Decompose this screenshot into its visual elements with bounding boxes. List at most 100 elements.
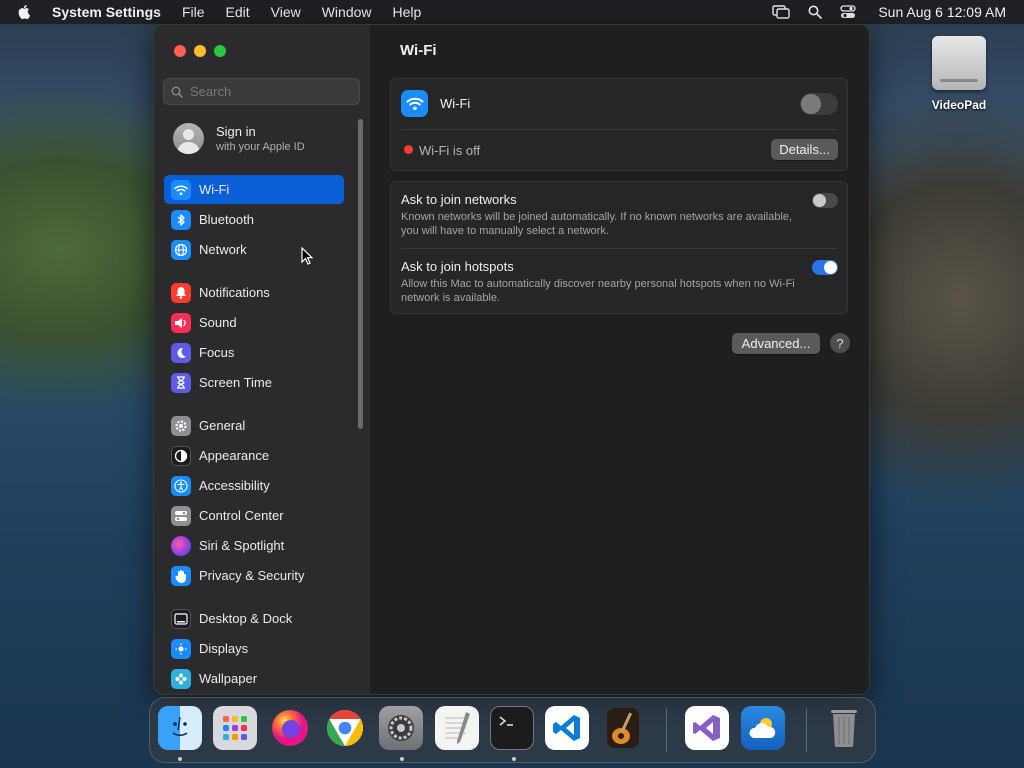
spotlight-search-icon[interactable]	[808, 5, 823, 19]
sidebar-item-sound[interactable]: Sound	[164, 308, 344, 337]
sidebar-item-wallpaper[interactable]: Wallpaper	[164, 664, 344, 693]
sidebar-item-general[interactable]: General	[164, 411, 344, 440]
system-settings-window: Sign in with your Apple ID Wi-Fi Bluetoo…	[153, 24, 870, 695]
terminal-icon[interactable]	[490, 706, 534, 750]
wifi-toggle[interactable]	[800, 93, 838, 115]
dock	[149, 697, 876, 763]
dock-separator	[666, 708, 667, 752]
menu-bar: System Settings File Edit View Window He…	[0, 0, 1024, 24]
wifi-status-row: Wi-Fi is off Details...	[391, 138, 847, 164]
menu-view[interactable]: View	[271, 4, 301, 20]
sidebar-item-label: Accessibility	[199, 478, 270, 493]
page-title: Wi-Fi	[400, 42, 437, 59]
sidebar-item-screen-time[interactable]: Screen Time	[164, 368, 344, 397]
help-button[interactable]: ?	[830, 333, 850, 353]
sidebar-item-label: Screen Time	[199, 375, 272, 390]
bell-icon	[171, 282, 191, 303]
sidebar-item-label: Displays	[199, 641, 249, 656]
bluetooth-icon	[171, 209, 191, 230]
dock-separator	[806, 708, 807, 752]
sidebar-item-desktop-dock[interactable]: Desktop & Dock	[164, 604, 344, 633]
sidebar-item-label: Wi-Fi	[199, 182, 230, 197]
sidebar-item-label: Focus	[199, 345, 235, 360]
sidebar-search[interactable]	[163, 78, 360, 105]
minimize-window-button[interactable]	[194, 45, 206, 57]
trash-icon[interactable]	[822, 706, 866, 750]
sidebar-item-privacy-security[interactable]: Privacy & Security	[164, 561, 344, 590]
close-window-button[interactable]	[174, 45, 186, 57]
menu-clock[interactable]: Sun Aug 6 12:09 AM	[878, 4, 1006, 20]
dock-icon	[171, 608, 191, 629]
vscode-icon[interactable]	[545, 706, 589, 750]
chrome-icon[interactable]	[323, 706, 367, 750]
running-indicator	[512, 757, 516, 761]
sidebar-item-appearance[interactable]: Appearance	[164, 441, 344, 470]
hourglass-icon	[171, 372, 191, 393]
advanced-button[interactable]: Advanced...	[732, 333, 820, 354]
gear-icon	[171, 415, 191, 436]
wallpaper-icon	[171, 668, 191, 689]
details-button[interactable]: Details...	[771, 139, 838, 160]
visual-studio-icon[interactable]	[685, 706, 729, 750]
drive-icon	[932, 36, 986, 90]
apple-icon[interactable]	[18, 4, 32, 20]
globe-icon	[171, 239, 191, 260]
search-input[interactable]	[188, 83, 352, 100]
sidebar-item-label: Desktop & Dock	[199, 611, 293, 626]
sidebar-item-displays[interactable]: Displays	[164, 634, 344, 663]
system-settings-icon[interactable]	[379, 706, 423, 750]
menu-window[interactable]: Window	[322, 4, 372, 20]
speaker-icon	[171, 312, 191, 333]
weather-icon[interactable]	[741, 706, 785, 750]
menu-help[interactable]: Help	[393, 4, 422, 20]
avatar	[173, 123, 204, 154]
sidebar-item-label: Privacy & Security	[199, 568, 305, 583]
finder-icon[interactable]	[158, 706, 202, 750]
content-pane: Wi-Fi Wi-Fi Wi-Fi is off Details... Ask …	[370, 25, 869, 694]
divider	[401, 248, 837, 249]
wifi-label: Wi-Fi	[440, 96, 471, 111]
ask-join-networks-row: Ask to join networks Known networks will…	[401, 192, 847, 238]
sidebar-item-siri-spotlight[interactable]: Siri & Spotlight	[164, 531, 344, 560]
apple-id-signin[interactable]: Sign in with your Apple ID	[173, 123, 305, 154]
control-center-menu-icon[interactable]	[840, 5, 856, 19]
launchpad-icon[interactable]	[213, 706, 257, 750]
mouse-cursor-icon	[301, 247, 313, 265]
menu-app-name[interactable]: System Settings	[52, 4, 161, 20]
running-indicator	[400, 757, 404, 761]
sidebar-item-wifi[interactable]: Wi-Fi	[164, 175, 344, 204]
ask-join-networks-toggle[interactable]	[812, 193, 838, 208]
desktop-icon-videopad[interactable]: VideoPad	[922, 36, 996, 112]
sidebar-item-focus[interactable]: Focus	[164, 338, 344, 367]
sidebar-scrollbar[interactable]	[358, 119, 363, 429]
garageband-icon[interactable]	[601, 706, 645, 750]
sidebar-item-accessibility[interactable]: Accessibility	[164, 471, 344, 500]
option-title: Ask to join hotspots	[401, 259, 514, 274]
zoom-window-button[interactable]	[214, 45, 226, 57]
options-card: Ask to join networks Known networks will…	[390, 181, 848, 314]
sidebar-item-network[interactable]: Network	[164, 235, 344, 264]
ask-join-hotspots-toggle[interactable]	[812, 260, 838, 275]
hand-icon	[171, 565, 191, 586]
sidebar-item-label: Sound	[199, 315, 237, 330]
status-dot-icon	[404, 145, 413, 154]
sidebar-item-control-center[interactable]: Control Center	[164, 501, 344, 530]
wifi-icon	[401, 90, 428, 117]
sidebar-item-label: Siri & Spotlight	[199, 538, 285, 553]
menu-edit[interactable]: Edit	[226, 4, 250, 20]
desktop-icon-label: VideoPad	[931, 98, 987, 112]
option-description: Known networks will be joined automatica…	[401, 211, 793, 237]
menu-file[interactable]: File	[182, 4, 205, 20]
accessibility-icon	[171, 475, 191, 496]
firefox-icon[interactable]	[268, 706, 312, 750]
sidebar-item-notifications[interactable]: Notifications	[164, 278, 344, 307]
sidebar-item-label: Control Center	[199, 508, 284, 523]
sidebar-item-bluetooth[interactable]: Bluetooth	[164, 205, 344, 234]
option-title: Ask to join networks	[401, 192, 517, 207]
sidebar-item-label: Notifications	[199, 285, 270, 300]
textedit-icon[interactable]	[435, 706, 479, 750]
window-controls	[174, 45, 234, 57]
wifi-status-text: Wi-Fi is off	[419, 143, 481, 158]
screen-mirroring-icon[interactable]	[772, 5, 791, 19]
wifi-row: Wi-Fi	[391, 90, 847, 118]
